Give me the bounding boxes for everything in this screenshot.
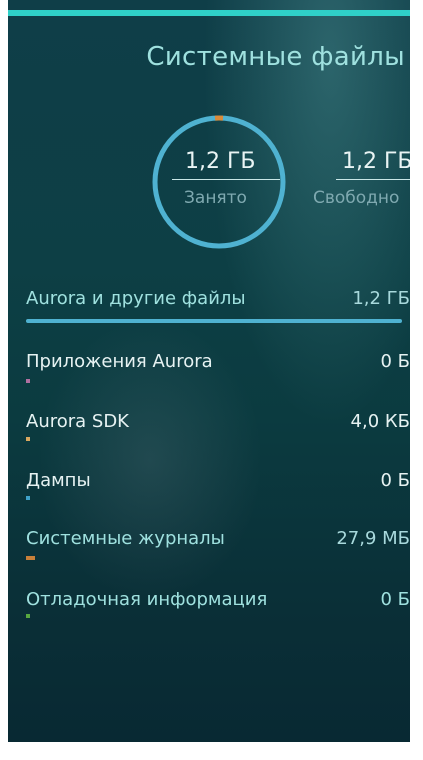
- category-value: 0 Б: [380, 470, 410, 491]
- screenshot-frame-bottom: [0, 742, 423, 760]
- category-color-swatch: [26, 496, 30, 500]
- ring-track: [152, 115, 286, 249]
- category-label: Системные журналы: [26, 528, 225, 549]
- used-space-value: 1,2 ГБ: [185, 149, 256, 174]
- category-label: Приложения Aurora: [26, 351, 213, 372]
- page-title: Системные файлы: [146, 42, 405, 72]
- used-divider: [172, 179, 280, 180]
- top-accent-strip: [8, 10, 410, 16]
- category-color-swatch: [26, 379, 30, 383]
- category-color-swatch: [26, 614, 30, 618]
- category-label: Aurora SDK: [26, 411, 129, 432]
- used-space-label: Занято: [184, 188, 247, 208]
- free-space-label: Свободно: [313, 188, 400, 208]
- category-value: 0 Б: [380, 351, 410, 372]
- screenshot-frame-right: [410, 0, 423, 760]
- category-value: 0 Б: [380, 589, 410, 610]
- free-divider: [336, 179, 412, 180]
- category-color-swatch: [26, 437, 30, 441]
- category-label: Aurora и другие файлы: [26, 288, 246, 309]
- category-value: 27,9 МБ: [336, 528, 410, 549]
- category-label: Дампы: [26, 470, 91, 491]
- category-usage-bar: [26, 319, 402, 323]
- screenshot-frame-left: [0, 0, 8, 760]
- category-color-swatch: [26, 556, 35, 560]
- free-space-value: 1,2 ГБ: [342, 149, 413, 174]
- usage-ring: [152, 115, 286, 249]
- category-label: Отладочная информация: [26, 589, 268, 610]
- category-value: 1,2 ГБ: [352, 288, 410, 309]
- category-value: 4,0 КБ: [350, 411, 410, 432]
